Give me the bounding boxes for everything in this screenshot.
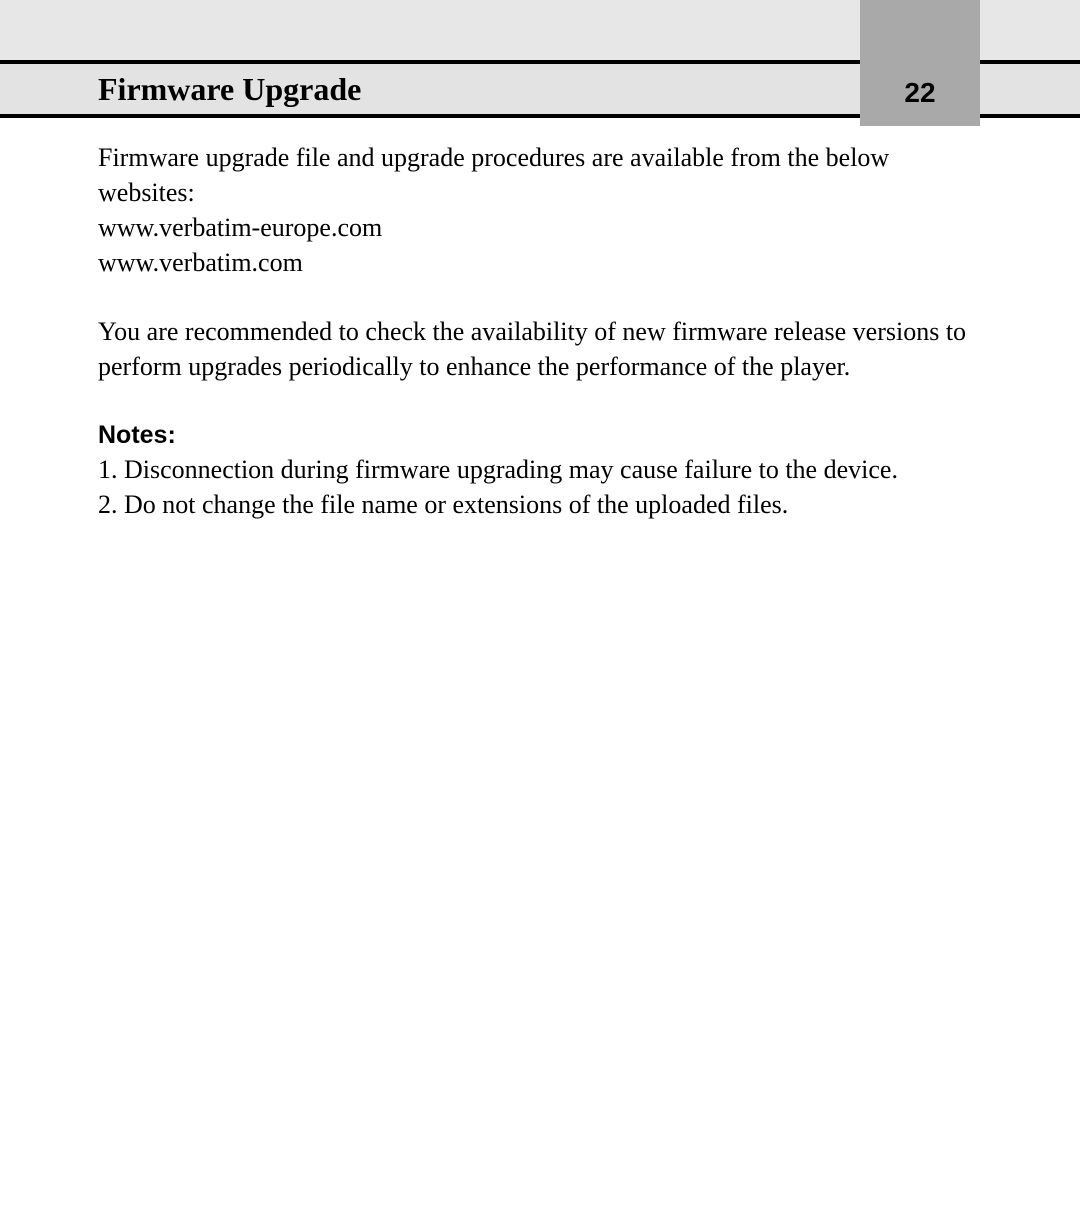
page-content: Firmware upgrade file and upgrade proced… bbox=[0, 118, 1080, 523]
page-number-box: 22 bbox=[860, 60, 980, 126]
note-2: 2. Do not change the file name or extens… bbox=[98, 487, 982, 522]
intro-text: Firmware upgrade file and upgrade proced… bbox=[98, 140, 982, 210]
recommend-text: You are recommended to check the availab… bbox=[98, 314, 982, 384]
website-1: www.verbatim-europe.com bbox=[98, 210, 982, 245]
note-1: 1. Disconnection during firmware upgradi… bbox=[98, 452, 982, 487]
section-header: Firmware Upgrade 22 bbox=[0, 60, 1080, 118]
notes-heading: Notes: bbox=[98, 419, 982, 453]
page-title: Firmware Upgrade bbox=[0, 71, 361, 108]
top-margin-bar bbox=[0, 0, 1080, 60]
website-2: www.verbatim.com bbox=[98, 245, 982, 280]
page-number: 22 bbox=[904, 77, 935, 109]
top-tab-block bbox=[860, 0, 980, 60]
